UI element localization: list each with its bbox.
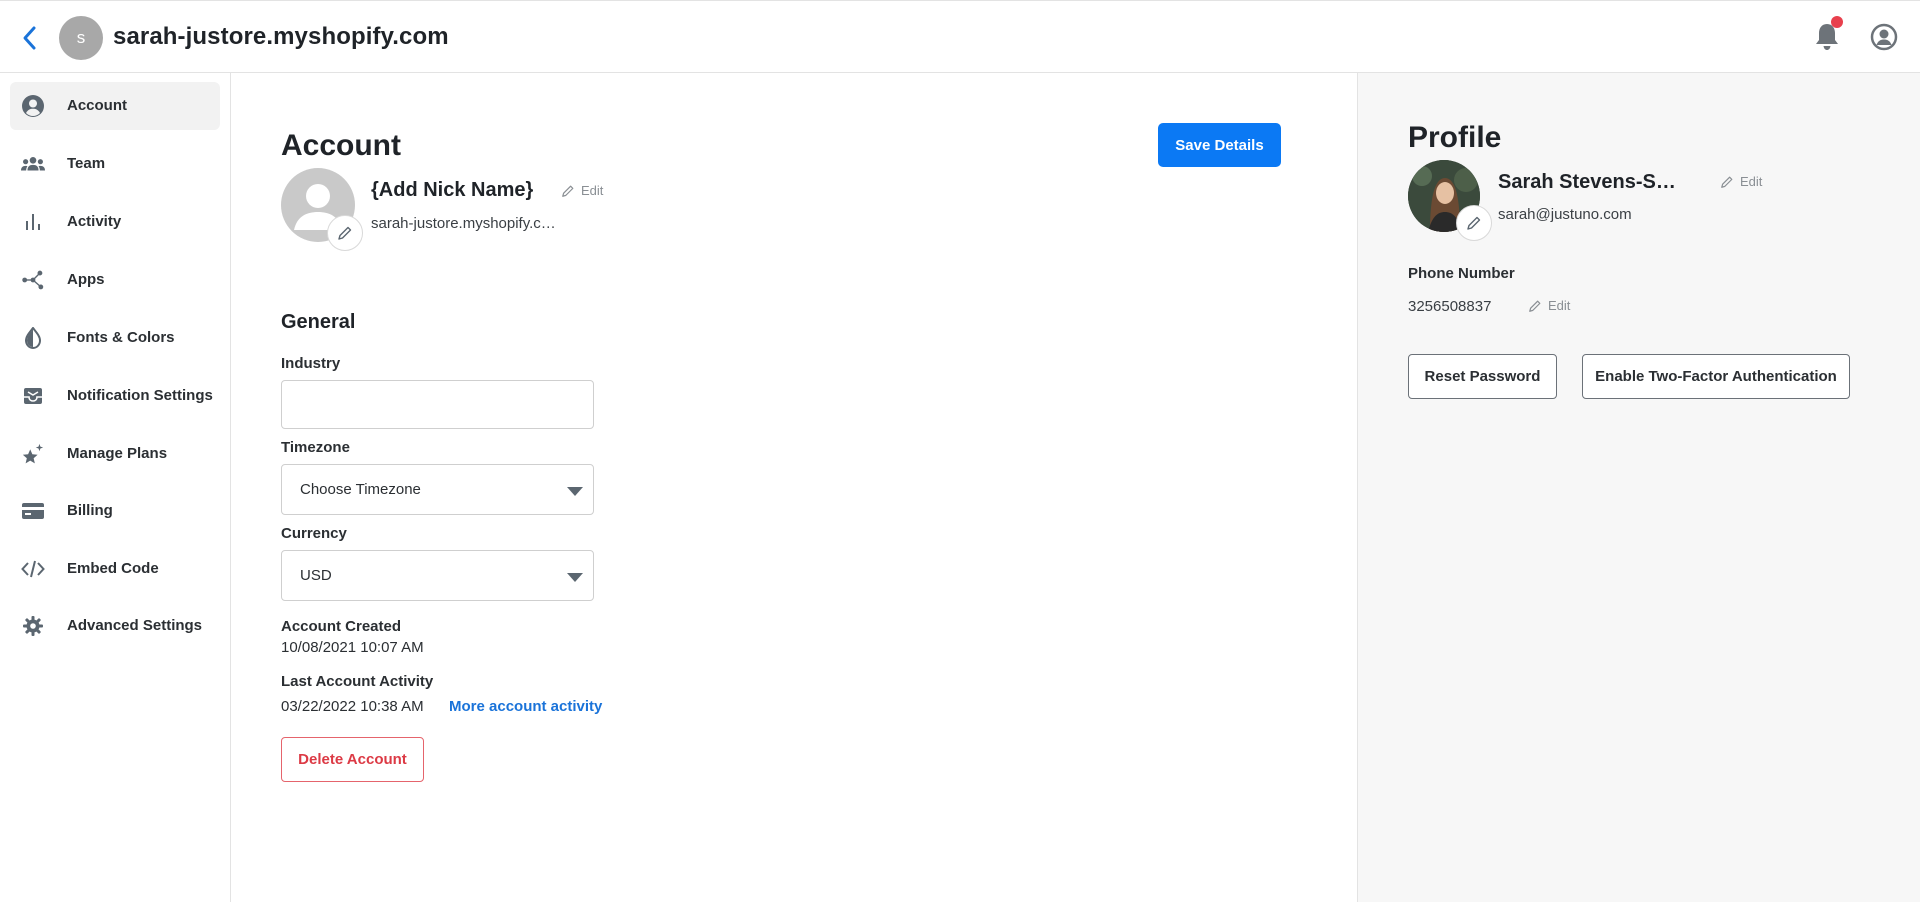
bar-chart-icon [21,210,45,234]
sidebar: Account Team Activity Apps Fonts & Color… [0,73,231,902]
account-created-value: 10/08/2021 10:07 AM [281,639,424,656]
edit-label: Edit [1548,298,1571,313]
pencil-icon [1467,216,1481,230]
nick-name-edit-button[interactable]: Edit [561,183,603,198]
page-title: Account [281,129,401,162]
profile-panel: Profile Sarah Stevens-Smith Edit sarah@j… [1357,73,1920,902]
contrast-drop-icon [21,326,45,350]
more-account-activity-link[interactable]: More account activity [449,698,602,715]
currency-label: Currency [281,525,347,542]
industry-label: Industry [281,355,341,372]
account-url: sarah-justore.myshopify.com [371,215,561,232]
account-created-label: Account Created [281,618,402,635]
sidebar-item-label: Advanced Settings [67,617,203,634]
user-account-icon[interactable] [1870,23,1898,51]
caret-down-icon [567,573,583,582]
notification-dot [1831,16,1843,28]
sidebar-item-apps[interactable]: Apps [10,256,220,304]
last-activity-value: 03/22/2022 10:38 AM [281,698,424,715]
currency-select-value: USD [300,567,332,584]
sidebar-item-advanced-settings[interactable]: Advanced Settings [10,602,220,650]
account-circle-icon [21,94,45,118]
sidebar-item-label: Activity [67,213,122,230]
timezone-label: Timezone [281,439,350,456]
sidebar-item-label: Fonts & Colors [67,329,175,346]
credit-card-icon [21,499,45,523]
profile-photo-edit-button[interactable] [1456,205,1492,241]
profile-email: sarah@justuno.com [1498,206,1632,223]
profile-name: Sarah Stevens-Smith [1498,171,1693,193]
sidebar-item-embed-code[interactable]: Embed Code [10,545,220,593]
stars-icon [21,442,45,466]
general-section-title: General [281,311,356,333]
inbox-icon [21,384,45,408]
sidebar-item-team[interactable]: Team [10,140,220,188]
pencil-icon [1721,176,1733,188]
timezone-select-value: Choose Timezone [300,481,421,498]
back-arrow-icon[interactable] [18,23,44,53]
edit-label: Edit [581,183,604,198]
sidebar-item-account[interactable]: Account [10,82,220,130]
timezone-select[interactable]: Choose Timezone [281,464,594,515]
sidebar-item-activity[interactable]: Activity [10,198,220,246]
store-title: sarah-justore.myshopify.com [113,23,449,50]
save-details-button[interactable]: Save Details [1158,123,1281,167]
industry-input[interactable] [281,380,594,429]
sidebar-item-notification-settings[interactable]: Notification Settings [10,372,220,420]
sidebar-item-label: Embed Code [67,560,159,577]
currency-select[interactable]: USD [281,550,594,601]
delete-account-button[interactable]: Delete Account [281,737,424,782]
team-icon [21,152,45,176]
pencil-icon [562,185,574,197]
edit-label: Edit [1740,174,1763,189]
code-icon [21,557,45,581]
sidebar-item-label: Billing [67,502,113,519]
apps-nodes-icon [21,268,45,292]
account-panel: Account Save Details {Add Nick Name} Edi… [231,73,1357,902]
phone-number-edit-button[interactable]: Edit [1528,298,1570,313]
caret-down-icon [567,487,583,496]
nick-name: {Add Nick Name} [371,179,534,201]
sidebar-item-fonts-colors[interactable]: Fonts & Colors [10,314,220,362]
reset-password-button[interactable]: Reset Password [1408,354,1557,399]
sidebar-item-label: Manage Plans [67,445,168,462]
sidebar-item-label: Account [67,97,127,114]
store-avatar: s [59,16,103,60]
phone-number-value: 3256508837 [1408,298,1492,315]
sidebar-item-label: Notification Settings [67,387,213,404]
pencil-icon [1529,300,1541,312]
account-avatar-edit-button[interactable] [327,215,363,251]
last-activity-label: Last Account Activity [281,673,434,690]
sidebar-item-label: Team [67,155,106,172]
sidebar-item-billing[interactable]: Billing [10,487,220,535]
profile-name-edit-button[interactable]: Edit [1720,174,1762,189]
gear-icon [21,614,45,638]
pencil-icon [338,226,352,240]
phone-number-label: Phone Number [1408,265,1515,282]
top-bar: s sarah-justore.myshopify.com [0,0,1920,73]
profile-title: Profile [1408,121,1502,154]
sidebar-item-manage-plans[interactable]: Manage Plans [10,430,220,478]
sidebar-item-label: Apps [67,271,105,288]
enable-two-factor-button[interactable]: Enable Two-Factor Authentication [1582,354,1850,399]
